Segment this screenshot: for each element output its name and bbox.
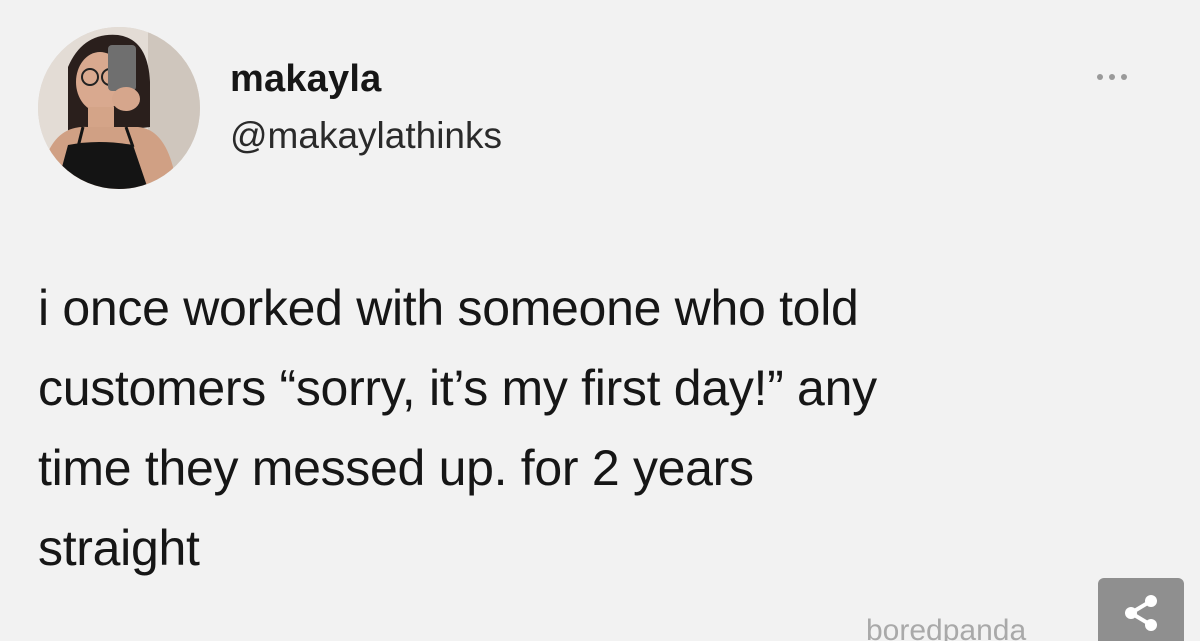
more-options-button[interactable]	[1082, 62, 1142, 92]
more-dots-icon	[1097, 74, 1103, 80]
more-dots-icon	[1121, 74, 1127, 80]
share-icon	[1125, 595, 1157, 631]
avatar[interactable]	[38, 27, 200, 189]
tweet-text: i once worked with someone who told cust…	[38, 280, 877, 576]
user-handle[interactable]: @makaylathinks	[230, 115, 502, 157]
avatar-photo	[38, 27, 200, 189]
display-name[interactable]: makayla	[230, 58, 381, 101]
share-button[interactable]	[1098, 578, 1184, 641]
more-dots-icon	[1109, 74, 1115, 80]
watermark-text: boredpanda	[866, 614, 1027, 641]
tweet-card: makayla @makaylathinks i once worked wit…	[0, 0, 1200, 641]
